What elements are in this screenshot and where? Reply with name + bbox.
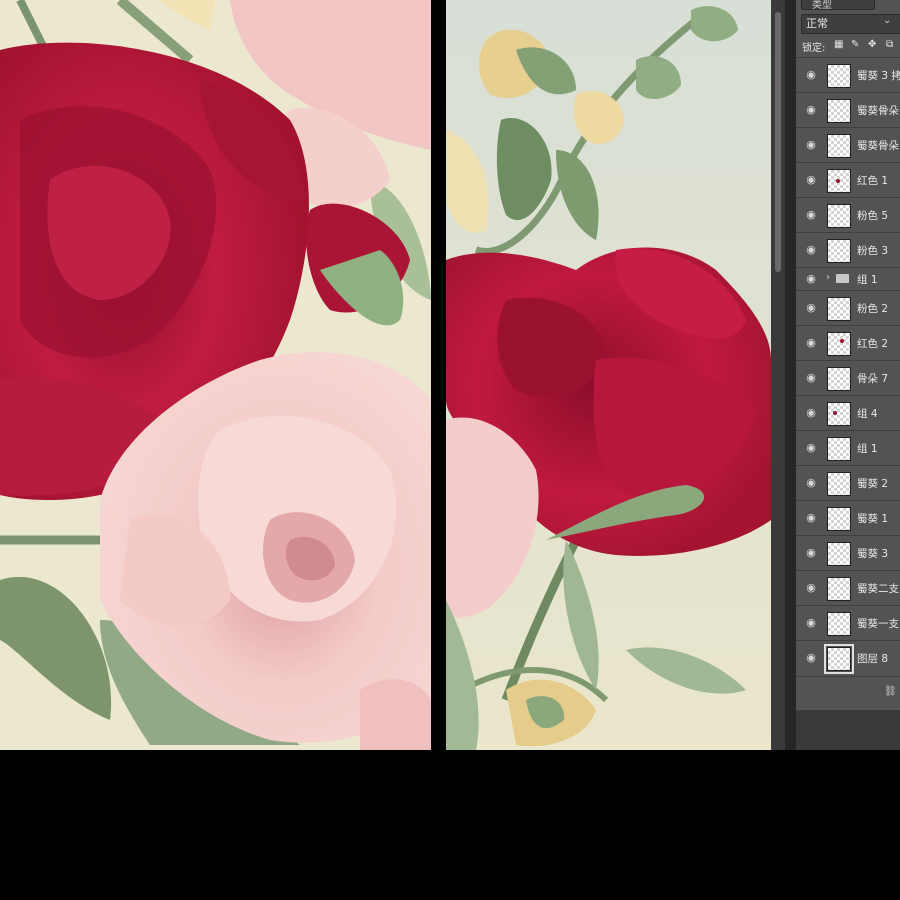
blend-mode-value: 正常 bbox=[806, 17, 828, 30]
layer-name: 图层 8 bbox=[857, 653, 889, 665]
lock-transparent-icon[interactable]: ▦ bbox=[834, 39, 843, 50]
layer-thumbnail bbox=[827, 542, 851, 566]
layer-thumbnail bbox=[827, 239, 851, 263]
right-artwork-canvas bbox=[446, 0, 771, 750]
layer-row[interactable]: ◉ 粉色 5 bbox=[796, 197, 900, 233]
layer-row[interactable]: ◉ 粉色 2 bbox=[796, 290, 900, 326]
layer-name: 组 4 bbox=[857, 408, 878, 420]
lock-artboard-icon[interactable]: ⧉ bbox=[886, 39, 893, 50]
layer-row[interactable]: ◉ 红色 2 bbox=[796, 325, 900, 361]
layer-name: 蜀葵 2 bbox=[857, 478, 889, 490]
layer-name: 粉色 3 bbox=[857, 245, 889, 257]
eye-icon[interactable]: ◉ bbox=[804, 407, 818, 418]
eye-icon[interactable]: ◉ bbox=[804, 302, 818, 313]
layer-thumbnail bbox=[827, 169, 851, 193]
eye-icon[interactable]: ◉ bbox=[804, 174, 818, 185]
layer-row[interactable]: ◉ 骨朵 7 bbox=[796, 360, 900, 396]
layer-row[interactable]: ◉ 红色 1 bbox=[796, 162, 900, 198]
link-layers-icon[interactable]: ⛓ bbox=[884, 686, 897, 697]
layer-filter-label: 类型 bbox=[812, 0, 832, 11]
eye-icon[interactable]: ◉ bbox=[804, 582, 818, 593]
layer-row[interactable]: ◉ 组 4 bbox=[796, 395, 900, 431]
layer-thumbnail bbox=[827, 437, 851, 461]
eye-icon[interactable]: ◉ bbox=[804, 209, 818, 220]
eye-icon[interactable]: ◉ bbox=[804, 442, 818, 453]
lock-paint-icon[interactable]: ✎ bbox=[851, 39, 859, 50]
layer-thumbnail bbox=[827, 99, 851, 123]
layer-name: 组 1 bbox=[857, 443, 878, 455]
chevron-right-icon[interactable]: › bbox=[826, 272, 830, 283]
layer-name: 蜀葵 1 bbox=[857, 513, 889, 525]
layer-row[interactable]: ◉ 蜀葵 2 bbox=[796, 465, 900, 501]
layer-name: 骨朵 7 bbox=[857, 373, 889, 385]
layer-name: 蜀葵 3 bbox=[857, 548, 889, 560]
layer-row[interactable]: ◉ 组 1 bbox=[796, 430, 900, 466]
layer-thumbnail bbox=[827, 64, 851, 88]
layer-name: 蜀葵二支 bbox=[857, 583, 899, 595]
eye-icon[interactable]: ◉ bbox=[804, 244, 818, 255]
layer-name: 蜀葵 3 拷贝 bbox=[857, 70, 900, 82]
layers-panel-footer: ⛓ bbox=[796, 676, 900, 711]
eye-icon[interactable]: ◉ bbox=[804, 372, 818, 383]
layer-thumbnail bbox=[827, 507, 851, 531]
canvas-scrollbar-thumb[interactable] bbox=[775, 12, 781, 272]
layer-thumbnail bbox=[827, 612, 851, 636]
layer-row[interactable]: ◉ 蜀葵 3 bbox=[796, 535, 900, 571]
layer-thumbnail bbox=[827, 367, 851, 391]
layer-thumbnail bbox=[827, 134, 851, 158]
layer-row[interactable]: ◉ 蜀葵骨朵 bbox=[796, 92, 900, 128]
eye-icon[interactable]: ◉ bbox=[804, 617, 818, 628]
layer-row[interactable]: ◉ 粉色 3 bbox=[796, 232, 900, 268]
layer-name: 组 1 bbox=[857, 274, 878, 286]
layer-row[interactable]: ◉ 蜀葵骨朵 bbox=[796, 127, 900, 163]
layer-row-selected[interactable]: ◉ 图层 8 bbox=[796, 640, 900, 676]
layer-row[interactable]: ◉ 蜀葵 1 bbox=[796, 500, 900, 536]
layer-name: 粉色 2 bbox=[857, 303, 889, 315]
layer-row[interactable]: ◉ 蜀葵二支 bbox=[796, 570, 900, 606]
layer-row[interactable]: ◉ 蜀葵 3 拷贝 bbox=[796, 57, 900, 93]
left-artwork-canvas bbox=[0, 0, 431, 750]
layer-name: 蜀葵骨朵 bbox=[857, 105, 899, 117]
eye-icon[interactable]: ◉ bbox=[804, 104, 818, 115]
eye-icon[interactable]: ◉ bbox=[804, 547, 818, 558]
layer-name: 红色 1 bbox=[857, 175, 889, 187]
layer-group-row[interactable]: ◉ › 组 1 bbox=[796, 267, 900, 290]
layers-panel: 类型 正常 ⌄ 锁定: ▦ ✎ ✥ ⧉ ◉ 蜀葵 3 拷贝 ◉ 蜀葵骨朵 ◉ 蜀… bbox=[796, 0, 900, 710]
eye-icon[interactable]: ◉ bbox=[804, 69, 818, 80]
layer-thumbnail bbox=[827, 577, 851, 601]
panel-bottom-area bbox=[796, 710, 900, 750]
panel-divider bbox=[785, 0, 796, 750]
layer-thumbnail bbox=[824, 644, 854, 674]
eye-icon[interactable]: ◉ bbox=[804, 273, 818, 284]
layer-row[interactable]: ◉ 蜀葵一支 bbox=[796, 605, 900, 641]
layer-name: 蜀葵骨朵 bbox=[857, 140, 899, 152]
lock-label: 锁定: bbox=[802, 43, 826, 54]
layer-thumbnail bbox=[827, 332, 851, 356]
eye-icon[interactable]: ◉ bbox=[804, 512, 818, 523]
layer-name: 红色 2 bbox=[857, 338, 889, 350]
layer-name: 蜀葵一支 bbox=[857, 618, 899, 630]
folder-icon bbox=[836, 274, 849, 283]
eye-icon[interactable]: ◉ bbox=[804, 477, 818, 488]
layer-thumbnail bbox=[827, 204, 851, 228]
lock-move-icon[interactable]: ✥ bbox=[868, 39, 876, 50]
layer-name: 粉色 5 bbox=[857, 210, 889, 222]
eye-icon[interactable]: ◉ bbox=[804, 337, 818, 348]
layer-thumbnail bbox=[827, 297, 851, 321]
layer-thumbnail bbox=[827, 472, 851, 496]
eye-icon[interactable]: ◉ bbox=[804, 139, 818, 150]
chevron-down-icon[interactable]: ⌄ bbox=[883, 15, 891, 26]
eye-icon[interactable]: ◉ bbox=[804, 652, 818, 663]
layer-thumbnail bbox=[827, 402, 851, 426]
